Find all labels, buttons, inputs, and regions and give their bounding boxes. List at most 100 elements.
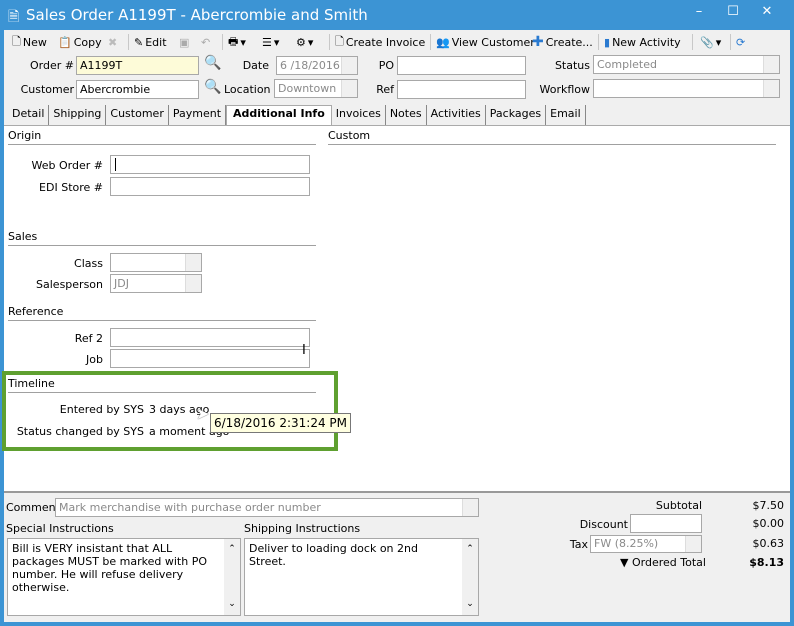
- chevron-down-icon[interactable]: [685, 536, 701, 552]
- special-instructions-textarea[interactable]: Bill is VERY insistant that ALL packages…: [7, 538, 241, 616]
- subtotal-value: $7.50: [752, 499, 785, 512]
- tab-additional-info[interactable]: Additional Info: [226, 105, 332, 126]
- tab-customer[interactable]: Customer: [106, 105, 169, 125]
- reference-header: Reference: [8, 305, 316, 321]
- create-button[interactable]: ✚ Create...: [532, 33, 593, 51]
- additional-info-panel: Origin Custom Web Order # EDI Store # Sa…: [2, 125, 790, 493]
- close-button[interactable]: ✕: [756, 4, 778, 24]
- web-order-input[interactable]: [110, 155, 310, 174]
- edi-store-input[interactable]: [110, 177, 310, 196]
- text-cursor: [115, 158, 120, 171]
- origin-header: Origin: [8, 129, 316, 145]
- window-title: Sales Order A1199T - Abercrombie and Smi…: [26, 6, 368, 24]
- chevron-down-icon[interactable]: [763, 56, 779, 73]
- shipping-instructions-label: Shipping Instructions: [244, 522, 361, 535]
- ref-input[interactable]: [397, 80, 526, 99]
- chevron-down-icon[interactable]: ⌄: [224, 598, 240, 611]
- minimize-button[interactable]: –: [688, 4, 710, 24]
- delete-button[interactable]: ✖: [108, 33, 117, 51]
- delete-icon: ✖: [108, 35, 118, 49]
- tab-payment[interactable]: Payment: [169, 105, 227, 125]
- chevron-up-icon[interactable]: ⌃: [224, 543, 240, 556]
- activity-icon: ▮: [604, 35, 611, 49]
- scrollbar[interactable]: ⌃ ⌄: [462, 539, 478, 615]
- date-picker[interactable]: 6 /18/2016: [276, 56, 358, 75]
- print-button[interactable]: 🖶 ▾: [228, 33, 246, 51]
- ref2-input[interactable]: [110, 328, 310, 347]
- new-activity-button[interactable]: ▮ New Activity: [604, 33, 681, 51]
- ibeam-cursor-icon: I: [302, 343, 306, 358]
- location-select[interactable]: Downtown: [274, 79, 358, 98]
- tab-packages[interactable]: Packages: [486, 105, 547, 125]
- custom-header: Custom: [328, 129, 776, 145]
- customer-input[interactable]: Abercrombie: [76, 80, 199, 99]
- new-button[interactable]: 🗋 New: [12, 33, 47, 51]
- tab-invoices[interactable]: Invoices: [332, 105, 386, 125]
- plus-icon: ✚: [532, 34, 544, 50]
- tab-email[interactable]: Email: [546, 105, 586, 125]
- search-icon[interactable]: 🔍: [204, 55, 221, 71]
- scrollbar[interactable]: ⌃ ⌄: [224, 539, 240, 615]
- salesperson-select[interactable]: JDJ: [110, 274, 202, 293]
- workflow-select[interactable]: [593, 79, 780, 98]
- title-bar: 🗎 Sales Order A1199T - Abercrombie and S…: [0, 0, 794, 30]
- chevron-down-icon[interactable]: [763, 80, 779, 97]
- sales-header: Sales: [8, 230, 316, 246]
- divider: [329, 34, 330, 50]
- view-customer-button[interactable]: 👥 View Customer: [436, 33, 535, 51]
- class-label: Class: [74, 257, 103, 270]
- printer-icon: 🖶: [228, 34, 239, 48]
- chevron-down-icon[interactable]: [341, 80, 357, 97]
- job-label: Job: [86, 353, 103, 366]
- settings-button[interactable]: ⚙ ▾: [296, 33, 313, 51]
- edi-store-label: EDI Store #: [39, 181, 103, 194]
- comment-input[interactable]: Mark merchandise with purchase order num…: [55, 498, 479, 517]
- workflow-label: Workflow: [539, 83, 590, 96]
- web-order-label: Web Order #: [31, 159, 103, 172]
- chevron-down-icon: ▾: [715, 35, 722, 49]
- pencil-icon: ✎: [134, 35, 144, 49]
- po-input[interactable]: [397, 56, 526, 75]
- tax-label: Tax: [569, 538, 588, 551]
- status-changed-label: Status changed by SYS: [16, 425, 144, 438]
- undo-button[interactable]: ↶: [201, 33, 210, 51]
- save-button[interactable]: ▣: [179, 33, 189, 51]
- job-input[interactable]: [110, 349, 310, 368]
- divider: [598, 34, 599, 50]
- location-label: Location: [224, 83, 271, 96]
- chevron-down-icon[interactable]: [185, 254, 201, 271]
- copy-button[interactable]: 📋 Copy: [58, 33, 102, 51]
- refresh-icon: ⟳: [736, 35, 746, 49]
- tax-select[interactable]: FW (8.25%): [590, 535, 702, 553]
- ordered-total-toggle[interactable]: ▼ Ordered Total: [620, 556, 706, 569]
- chevron-up-icon[interactable]: ⌃: [462, 543, 478, 556]
- chevron-down-icon[interactable]: [341, 57, 357, 74]
- special-instructions-label: Special Instructions: [6, 522, 114, 535]
- status-select[interactable]: Completed: [593, 55, 780, 74]
- chevron-down-icon[interactable]: [462, 499, 478, 516]
- shipping-instructions-textarea[interactable]: Deliver to loading dock on 2nd Street. ⌃ ⌄: [244, 538, 479, 616]
- class-select[interactable]: [110, 253, 202, 272]
- chevron-down-icon[interactable]: [185, 275, 201, 292]
- new-icon: 🗋: [12, 34, 21, 48]
- chevron-down-icon: ▾: [273, 35, 280, 49]
- attachment-button[interactable]: 📎 ▾: [700, 33, 721, 51]
- chevron-down-icon[interactable]: ⌄: [462, 598, 478, 611]
- maximize-button[interactable]: ☐: [722, 4, 744, 24]
- report-button[interactable]: ☰ ▾: [262, 33, 279, 51]
- refresh-button[interactable]: ⟳: [736, 33, 745, 51]
- tab-detail[interactable]: Detail: [8, 105, 50, 125]
- tab-notes[interactable]: Notes: [386, 105, 427, 125]
- edit-button[interactable]: ✎ Edit: [134, 33, 167, 51]
- gear-document-icon: ⚙: [296, 35, 306, 49]
- divider: [430, 34, 431, 50]
- timeline-header: Timeline: [8, 377, 316, 393]
- order-label: Order #: [30, 59, 74, 72]
- discount-input[interactable]: [630, 514, 702, 533]
- tab-activities[interactable]: Activities: [427, 105, 486, 125]
- report-icon: ☰: [262, 35, 272, 49]
- order-number-input[interactable]: A1199T: [76, 56, 199, 75]
- tab-shipping[interactable]: Shipping: [49, 105, 107, 125]
- create-invoice-button[interactable]: 🗋 Create Invoice: [335, 33, 425, 51]
- search-icon[interactable]: 🔍: [204, 79, 221, 95]
